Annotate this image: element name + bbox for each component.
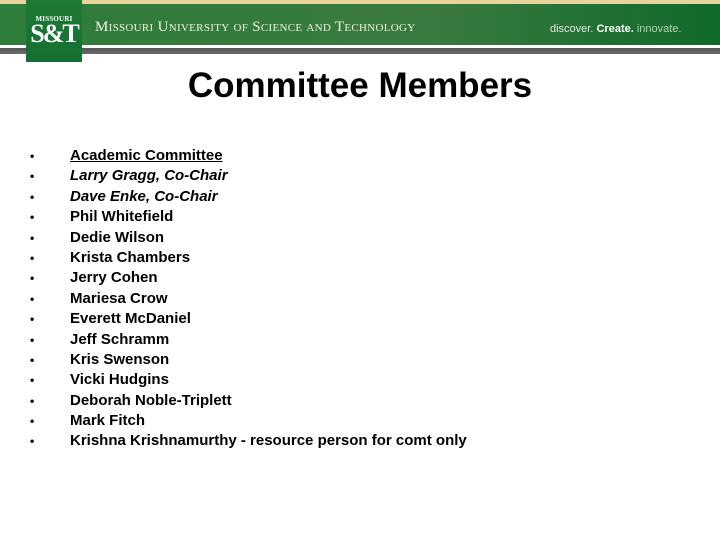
bullet-icon: • xyxy=(30,189,35,204)
bullet-icon: • xyxy=(30,393,35,408)
list-item: • Deborah Noble-Triplett xyxy=(30,391,467,411)
bullet-icon: • xyxy=(30,352,35,367)
list-item: • Mariesa Crow xyxy=(30,289,467,309)
list-item-text: Everett McDaniel xyxy=(70,310,191,328)
bullet-icon: • xyxy=(30,373,35,388)
list-item: • Dedie Wilson xyxy=(30,228,467,248)
bullet-icon: • xyxy=(30,210,35,225)
list-item-text: Jeff Schramm xyxy=(70,330,170,348)
bullet-icon: • xyxy=(30,169,35,184)
list-heading: • Academic Committee xyxy=(30,146,467,166)
list-item: • Kris Swenson xyxy=(30,350,467,370)
list-item: • Mark Fitch xyxy=(30,411,467,431)
list-item-text: Academic Committee xyxy=(70,147,223,164)
slide-title: Committee Members xyxy=(187,66,533,105)
bullet-icon: • xyxy=(30,332,35,347)
list-item-text: Phil Whitefield xyxy=(70,208,174,226)
list-item: • Krishna Krishnamurthy - resource person… xyxy=(30,431,467,451)
tagline: discover. Create. innovate. xyxy=(550,23,682,35)
list-item: • Everett McDaniel xyxy=(30,309,467,329)
list-item: • Dave Enke, Co-Chair xyxy=(30,187,467,207)
list-item: • Jerry Cohen xyxy=(30,268,467,288)
bullet-icon: • xyxy=(30,250,35,265)
bullet-icon: • xyxy=(30,312,35,327)
header-gray-bar xyxy=(0,48,720,54)
list-item-text: Larry Gragg, Co-Chair xyxy=(70,167,228,185)
list-item: • Phil Whitefield xyxy=(30,207,467,227)
list-item-text: Deborah Noble-Triplett xyxy=(70,391,232,409)
bullet-icon: • xyxy=(30,149,35,163)
list-item-text: Vicki Hudgins xyxy=(70,371,169,389)
list-item-text: Jerry Cohen xyxy=(70,269,158,287)
list-item: • Krista Chambers xyxy=(30,248,467,268)
list-item: • Vicki Hudgins xyxy=(30,370,467,390)
list-item: • Larry Gragg, Co-Chair xyxy=(30,166,467,186)
list-item: • Jeff Schramm xyxy=(30,330,467,350)
list-item-text: Mark Fitch xyxy=(70,412,146,430)
bullet-icon: • xyxy=(30,230,35,245)
list-item-text: Krista Chambers xyxy=(70,248,191,266)
tagline-create: Create. xyxy=(596,23,634,35)
list-item-text: Dedie Wilson xyxy=(70,228,165,246)
member-list: • Academic Committee • Larry Gragg, Co-Chai… xyxy=(30,146,467,452)
list-item-text: Dave Enke, Co-Chair xyxy=(70,187,218,205)
bullet-icon: • xyxy=(30,291,35,306)
bullet-icon: • xyxy=(30,414,35,429)
bullet-icon: • xyxy=(30,434,35,449)
university-name: Missouri University of Science and Techn… xyxy=(95,19,416,35)
tagline-discover: discover. xyxy=(550,23,594,35)
logo-big-text: S&T xyxy=(30,19,79,48)
list-item-text: Mariesa Crow xyxy=(70,289,168,307)
bullet-icon: • xyxy=(30,271,35,286)
list-item-text: Kris Swenson xyxy=(70,350,170,368)
list-item-text: Krishna Krishnamurthy - resource person … xyxy=(70,432,467,450)
university-logo: MISSOURI S&T xyxy=(26,0,82,62)
tagline-innovate: innovate. xyxy=(636,23,682,35)
